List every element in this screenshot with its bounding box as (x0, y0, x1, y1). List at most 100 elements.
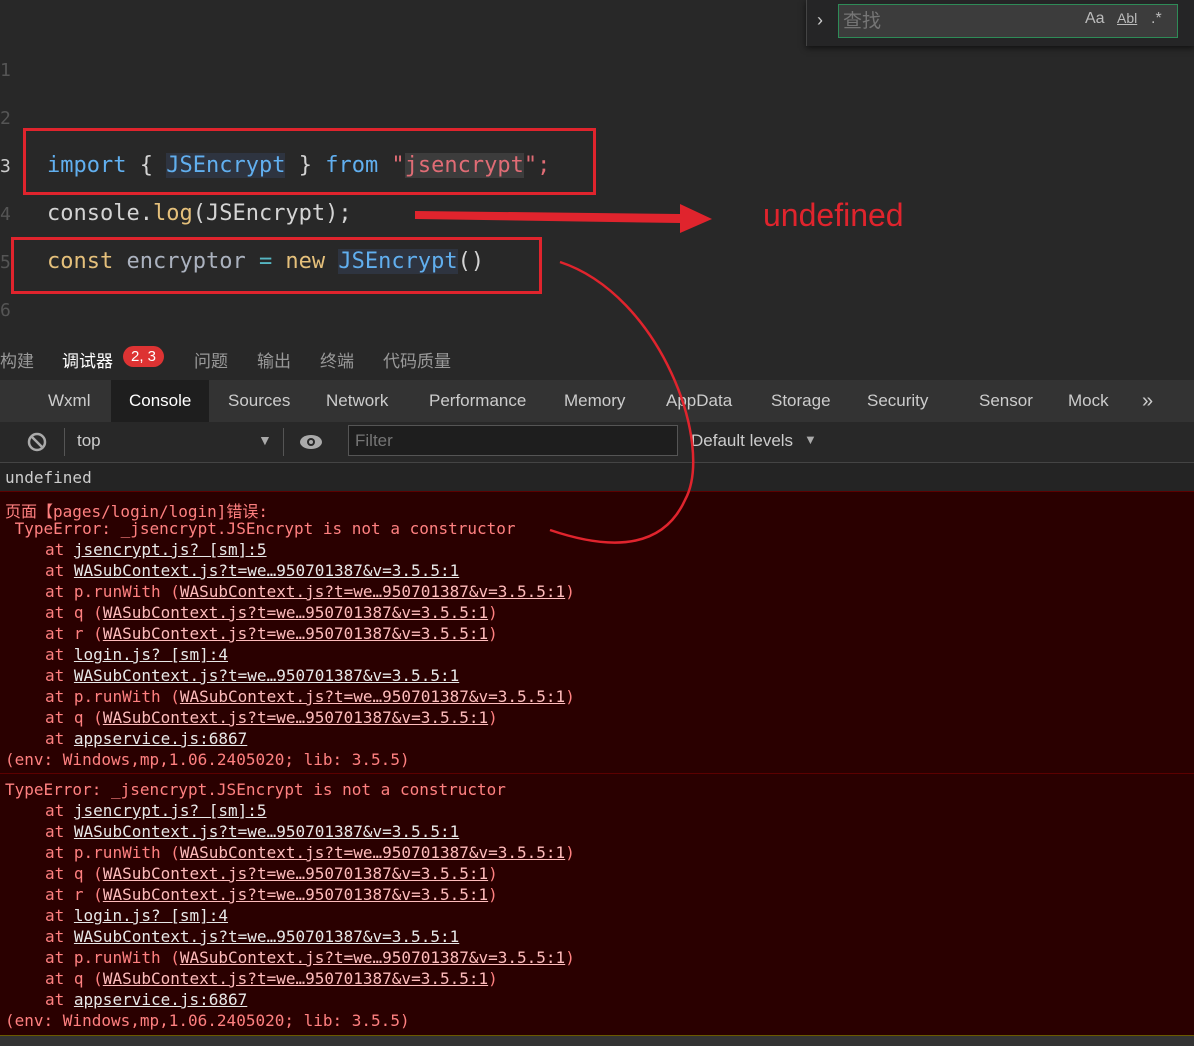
chevron-right-icon[interactable]: › (817, 10, 823, 31)
stack-frame: at p.runWith (WASubContext.js?t=we…95070… (45, 843, 575, 862)
paren: ) (488, 708, 498, 727)
source-link[interactable]: jsencrypt.js? [sm]:5 (74, 540, 267, 559)
frame-function: r (73, 885, 94, 904)
tab-issues[interactable]: 问题 (194, 347, 228, 372)
frame-function: p.runWith (73, 687, 171, 706)
frame-prefix: at (45, 927, 74, 946)
code-line-console-log[interactable]: console.log(JSEncrypt); (47, 201, 352, 226)
paren: ) (488, 885, 498, 904)
frame-prefix: at (45, 624, 74, 643)
tab-performance[interactable]: Performance (429, 380, 526, 422)
paren: ) (488, 624, 498, 643)
source-link[interactable]: WASubContext.js?t=we…950701387&v=3.5.5:1 (180, 843, 565, 862)
source-link[interactable]: WASubContext.js?t=we…950701387&v=3.5.5:1 (103, 969, 488, 988)
default-levels-select[interactable]: Default levels (691, 431, 793, 451)
eye-icon[interactable] (298, 432, 324, 452)
frame-function: r (73, 624, 94, 643)
annotation-undefined: undefined (763, 197, 904, 233)
tab-security[interactable]: Security (867, 380, 928, 422)
frame-prefix: at (45, 687, 74, 706)
source-link[interactable]: WASubContext.js?t=we…950701387&v=3.5.5:1 (180, 582, 565, 601)
tab-mock[interactable]: Mock (1068, 380, 1109, 422)
tab-terminal[interactable]: 终端 (320, 347, 354, 372)
source-link[interactable]: jsencrypt.js? [sm]:5 (74, 801, 267, 820)
source-link[interactable]: login.js? [sm]:4 (74, 906, 228, 925)
stack-frame: at jsencrypt.js? [sm]:5 (45, 540, 267, 559)
paren: ) (488, 864, 498, 883)
stack-frame: at r (WASubContext.js?t=we…950701387&v=3… (45, 624, 498, 643)
frame-prefix: at (45, 990, 74, 1009)
error-count-badge: 2, 3 (123, 346, 165, 367)
more-tabs-icon[interactable]: » (1142, 380, 1153, 422)
source-link[interactable]: WASubContext.js?t=we…950701387&v=3.5.5:1 (74, 927, 459, 946)
paren: ( (170, 687, 180, 706)
line-number: 4 (0, 204, 11, 225)
frame-prefix: at (45, 645, 74, 664)
paren: ( (170, 843, 180, 862)
code-token: . (139, 201, 153, 226)
source-link[interactable]: WASubContext.js?t=we…950701387&v=3.5.5:1 (180, 948, 565, 967)
source-link[interactable]: appservice.js:6867 (74, 729, 247, 748)
frame-prefix: at (45, 540, 74, 559)
tab-network[interactable]: Network (326, 380, 388, 422)
divider (283, 428, 284, 456)
tab-code-quality[interactable]: 代码质量 (383, 347, 451, 372)
source-link[interactable]: WASubContext.js?t=we…950701387&v=3.5.5:1 (103, 708, 488, 727)
match-case-toggle[interactable]: Aa (1085, 10, 1105, 28)
identifier-console: console (47, 201, 140, 226)
frame-prefix: at (45, 801, 74, 820)
method-log: log (152, 201, 193, 226)
stack-frame: at r (WASubContext.js?t=we…950701387&v=3… (45, 885, 498, 904)
find-widget: › Aa Abl .* (806, 0, 1194, 46)
paren: ( (170, 582, 180, 601)
tab-storage[interactable]: Storage (771, 380, 831, 422)
error-text: TypeError: _jsencrypt.JSEncrypt is not a… (5, 519, 516, 538)
source-link[interactable]: WASubContext.js?t=we…950701387&v=3.5.5:1 (103, 624, 488, 643)
whole-word-toggle[interactable]: Abl (1117, 10, 1137, 26)
tab-console[interactable]: Console (111, 380, 210, 422)
line-number: 2 (0, 108, 11, 129)
tab-output[interactable]: 输出 (257, 347, 291, 372)
log-message: undefined (5, 468, 92, 487)
paren: ( (93, 708, 103, 727)
source-link[interactable]: WASubContext.js?t=we…950701387&v=3.5.5:1 (103, 603, 488, 622)
frame-prefix: at (45, 822, 74, 841)
tab-wxml[interactable]: Wxml (48, 380, 90, 422)
paren: ( (93, 624, 103, 643)
paren: ) (565, 948, 575, 967)
paren: ) (565, 843, 575, 862)
tab-sensor[interactable]: Sensor (979, 380, 1033, 422)
regex-toggle[interactable]: .* (1151, 10, 1162, 28)
divider (64, 428, 65, 456)
clear-console-icon[interactable] (26, 431, 48, 453)
frame-prefix: at (45, 603, 74, 622)
stack-frame: at q (WASubContext.js?t=we…950701387&v=3… (45, 969, 498, 988)
paren: ( (93, 969, 103, 988)
source-link[interactable]: WASubContext.js?t=we…950701387&v=3.5.5:1 (103, 885, 488, 904)
source-link[interactable]: WASubContext.js?t=we…950701387&v=3.5.5:1 (103, 864, 488, 883)
source-link[interactable]: WASubContext.js?t=we…950701387&v=3.5.5:1 (74, 822, 459, 841)
console-prompt[interactable] (0, 1035, 1194, 1046)
tab-build[interactable]: 构建 (0, 347, 34, 372)
chevron-down-icon[interactable]: ▼ (804, 432, 817, 447)
source-link[interactable]: WASubContext.js?t=we…950701387&v=3.5.5:1 (180, 687, 565, 706)
source-link[interactable]: WASubContext.js?t=we…950701387&v=3.5.5:1 (74, 561, 459, 580)
paren: ) (488, 969, 498, 988)
frame-prefix: at (45, 666, 74, 685)
paren: ( (93, 885, 103, 904)
stack-frame: at login.js? [sm]:4 (45, 906, 228, 925)
context-select[interactable]: top (77, 431, 101, 451)
tab-sources[interactable]: Sources (228, 380, 290, 422)
paren: ( (170, 948, 180, 967)
tab-debugger[interactable]: 调试器 (62, 347, 113, 372)
annotation-box-import (23, 128, 596, 195)
source-link[interactable]: WASubContext.js?t=we…950701387&v=3.5.5:1 (74, 666, 459, 685)
source-link[interactable]: login.js? [sm]:4 (74, 645, 228, 664)
source-link[interactable]: appservice.js:6867 (74, 990, 247, 1009)
error-text: TypeError: _jsencrypt.JSEncrypt is not a… (5, 780, 506, 799)
frame-function: q (73, 708, 94, 727)
stack-frame: at login.js? [sm]:4 (45, 645, 228, 664)
frame-function: q (73, 969, 94, 988)
stack-frame: at WASubContext.js?t=we…950701387&v=3.5.… (45, 927, 459, 946)
chevron-down-icon[interactable]: ▼ (258, 432, 272, 448)
